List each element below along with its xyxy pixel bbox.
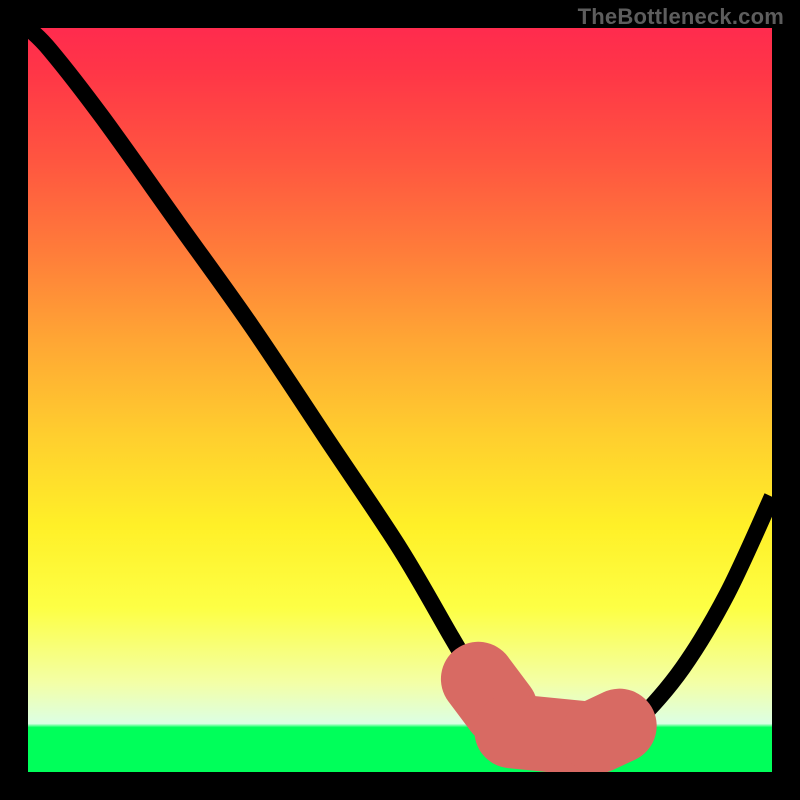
- marker-right: [597, 726, 619, 736]
- curve-path: [28, 28, 772, 743]
- chart-frame: TheBottleneck.com: [0, 0, 800, 800]
- chart-svg: [28, 28, 772, 772]
- plot-area: [28, 28, 772, 772]
- watermark-label: TheBottleneck.com: [578, 4, 784, 30]
